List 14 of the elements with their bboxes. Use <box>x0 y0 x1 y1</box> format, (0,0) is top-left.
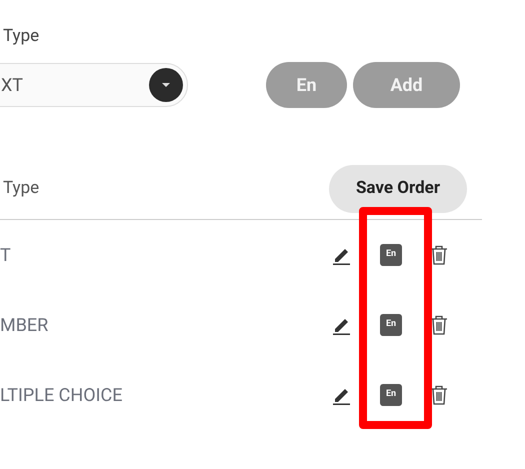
field-type-name: MBER <box>0 314 50 338</box>
save-order-button[interactable]: Save Order <box>329 165 467 213</box>
type-label: Type <box>3 25 40 48</box>
field-type-name: LTIPLE CHOICE <box>0 384 124 408</box>
language-badge[interactable]: En <box>380 384 402 406</box>
type-column-header: Type <box>3 177 40 200</box>
trash-icon[interactable] <box>430 315 448 335</box>
trash-icon[interactable] <box>430 385 448 405</box>
field-type-name: T <box>0 244 12 268</box>
language-badge[interactable]: En <box>380 244 402 266</box>
language-badge[interactable]: En <box>380 314 402 336</box>
type-select[interactable]: XT <box>0 63 188 107</box>
trash-icon[interactable] <box>430 245 448 265</box>
dropdown-caret-icon[interactable] <box>149 68 183 102</box>
